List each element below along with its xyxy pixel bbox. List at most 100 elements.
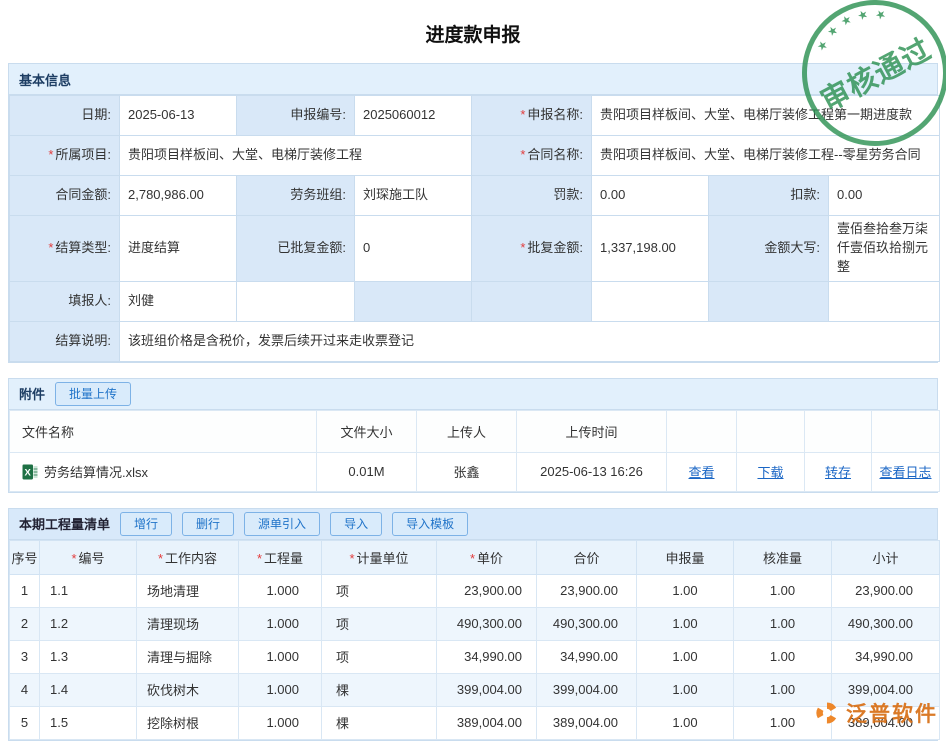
cell-declared-qty: 1.00 <box>637 574 734 607</box>
cell-seq: 4 <box>10 673 40 706</box>
import-template-button[interactable]: 导入模板 <box>392 512 468 536</box>
col-unit-price: *单价 <box>437 540 537 574</box>
cell-total-price: 399,004.00 <box>537 673 637 706</box>
batch-upload-button[interactable]: 批量上传 <box>55 382 131 406</box>
file-name-header: 文件名称 <box>10 410 317 452</box>
date-label: 日期: <box>10 96 120 136</box>
empty-cell <box>829 281 940 321</box>
reporter-label: 填报人: <box>10 281 120 321</box>
cell-unit-price: 389,004.00 <box>437 706 537 739</box>
settle-type-value: 进度结算 <box>120 216 237 282</box>
actions-header <box>872 410 940 452</box>
save-as-link[interactable]: 转存 <box>825 465 851 480</box>
cell-unit: 棵 <box>322 706 437 739</box>
attachment-row: X 劳务结算情况.xlsx 0.01M 张鑫 2025-06-13 16:26 … <box>10 452 940 491</box>
file-size: 0.01M <box>317 452 417 491</box>
cell-seq: 5 <box>10 706 40 739</box>
empty-cell <box>709 281 829 321</box>
col-declared-qty: 申报量 <box>637 540 734 574</box>
cell-content: 砍伐树木 <box>137 673 239 706</box>
cell-unit-price: 399,004.00 <box>437 673 537 706</box>
uploader-header: 上传人 <box>417 410 517 452</box>
excel-icon: X <box>22 464 38 480</box>
decl-no-value: 2025060012 <box>355 96 472 136</box>
work-item-row: 1 1.1 场地清理 1.000 项 23,900.00 23,900.00 1… <box>10 574 940 607</box>
col-subtotal: 小计 <box>832 540 940 574</box>
empty-cell <box>592 281 709 321</box>
source-import-button[interactable]: 源单引入 <box>244 512 320 536</box>
attachments-header-row: 文件名称 文件大小 上传人 上传时间 <box>10 410 940 452</box>
add-row-button[interactable]: 增行 <box>120 512 172 536</box>
cell-unit-price: 34,990.00 <box>437 640 537 673</box>
cell-total-price: 23,900.00 <box>537 574 637 607</box>
download-link[interactable]: 下载 <box>757 465 783 480</box>
cell-declared-qty: 1.00 <box>637 673 734 706</box>
cell-code: 1.2 <box>40 607 137 640</box>
svg-text:X: X <box>25 467 32 478</box>
view-log-link[interactable]: 查看日志 <box>879 465 931 480</box>
cell-seq: 1 <box>10 574 40 607</box>
labor-team-value: 刘琛施工队 <box>355 176 472 216</box>
approved-done-label: 已批复金额: <box>237 216 355 282</box>
col-approved-qty: 核准量 <box>734 540 832 574</box>
col-unit: *计量单位 <box>322 540 437 574</box>
cell-subtotal: 34,990.00 <box>832 640 940 673</box>
file-name: 劳务结算情况.xlsx <box>44 462 148 481</box>
cell-approved-qty: 1.00 <box>734 574 832 607</box>
cell-total-price: 389,004.00 <box>537 706 637 739</box>
project-label: *所属项目: <box>10 136 120 176</box>
settle-type-label: *结算类型: <box>10 216 120 282</box>
brand-name: 泛普软件 <box>846 698 938 728</box>
cell-content: 清理与掘除 <box>137 640 239 673</box>
settle-note-label: 结算说明: <box>10 321 120 361</box>
section-title: 本期工程量清单 <box>19 514 110 533</box>
col-content: *工作内容 <box>137 540 239 574</box>
contract-name-value: 贵阳项目样板间、大堂、电梯厅装修工程--零星劳务合同 <box>592 136 940 176</box>
delete-row-button[interactable]: 删行 <box>182 512 234 536</box>
cell-total-price: 490,300.00 <box>537 607 637 640</box>
file-upload-time: 2025-06-13 16:26 <box>517 452 667 491</box>
labor-team-label: 劳务班组: <box>237 176 355 216</box>
attachments-table: 文件名称 文件大小 上传人 上传时间 <box>9 410 940 492</box>
cell-subtotal: 23,900.00 <box>832 574 940 607</box>
work-items-header: 本期工程量清单 增行 删行 源单引入 导入 导入模板 <box>9 509 937 540</box>
date-value: 2025-06-13 <box>120 96 237 136</box>
section-title: 基本信息 <box>19 70 71 89</box>
contract-amount-label: 合同金额: <box>10 176 120 216</box>
cell-quantity: 1.000 <box>239 706 322 739</box>
col-code: *编号 <box>40 540 137 574</box>
work-item-row: 2 1.2 清理现场 1.000 项 490,300.00 490,300.00… <box>10 607 940 640</box>
import-button[interactable]: 导入 <box>330 512 382 536</box>
approved-done-value: 0 <box>355 216 472 282</box>
basic-info-header: 基本信息 <box>9 64 937 95</box>
contract-amount-value: 2,780,986.00 <box>120 176 237 216</box>
cell-total-price: 34,990.00 <box>537 640 637 673</box>
col-quantity: *工程量 <box>239 540 322 574</box>
cell-content: 场地清理 <box>137 574 239 607</box>
amount-caps-label: 金额大写: <box>709 216 829 282</box>
col-total-price: 合价 <box>537 540 637 574</box>
section-title: 附件 <box>19 384 45 403</box>
cell-subtotal: 490,300.00 <box>832 607 940 640</box>
actions-header <box>737 410 805 452</box>
cell-code: 1.3 <box>40 640 137 673</box>
cell-unit: 棵 <box>322 673 437 706</box>
work-item-row: 3 1.3 清理与掘除 1.000 项 34,990.00 34,990.00 … <box>10 640 940 673</box>
cell-approved-qty: 1.00 <box>734 607 832 640</box>
page-title: 进度款申报 <box>0 0 946 63</box>
view-link[interactable]: 查看 <box>688 465 714 480</box>
cell-quantity: 1.000 <box>239 607 322 640</box>
empty-cell <box>355 281 472 321</box>
basic-info-table: 日期: 2025-06-13 申报编号: 2025060012 *申报名称: 贵… <box>9 95 940 362</box>
decl-name-value: 贵阳项目样板间、大堂、电梯厅装修工程第一期进度款 <box>592 96 940 136</box>
actions-header <box>667 410 737 452</box>
work-items-section: 本期工程量清单 增行 删行 源单引入 导入 导入模板 序号 *编号 *工作内容 … <box>8 508 938 741</box>
decl-name-label: *申报名称: <box>472 96 592 136</box>
cell-code: 1.5 <box>40 706 137 739</box>
cell-content: 挖除树根 <box>137 706 239 739</box>
attachments-section: 附件 批量上传 文件名称 文件大小 上传人 上传时间 <box>8 378 938 493</box>
cell-unit: 项 <box>322 574 437 607</box>
cell-code: 1.1 <box>40 574 137 607</box>
work-items-table: 序号 *编号 *工作内容 *工程量 *计量单位 *单价 合价 申报量 核准量 小… <box>9 540 940 740</box>
cell-seq: 2 <box>10 607 40 640</box>
